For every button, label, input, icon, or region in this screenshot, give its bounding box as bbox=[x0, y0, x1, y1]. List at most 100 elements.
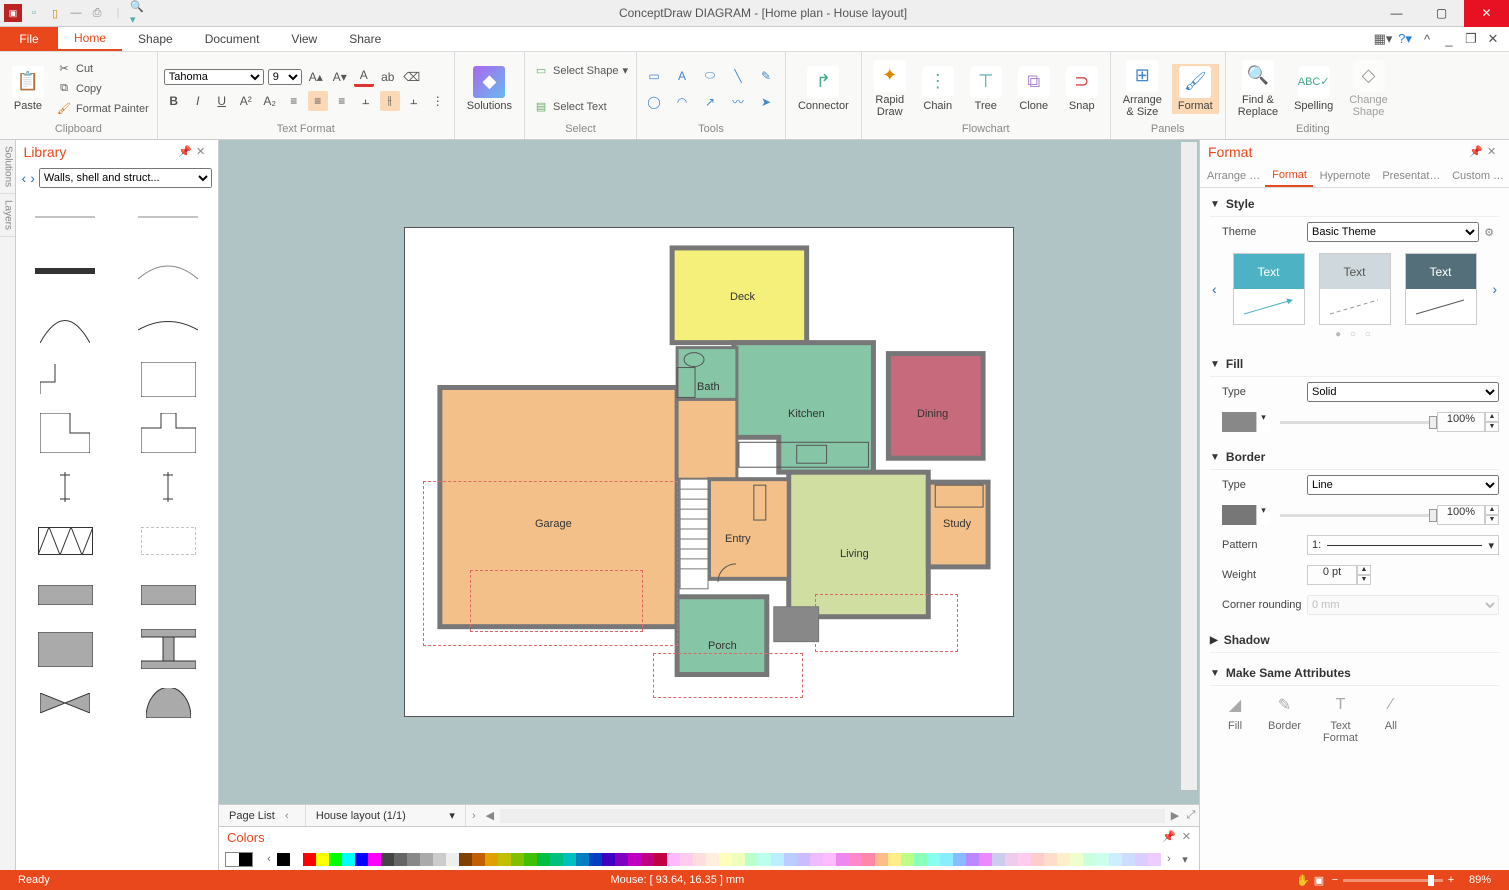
format-painter-button[interactable]: 🖌Format Painter bbox=[54, 100, 151, 118]
library-shape[interactable] bbox=[22, 306, 109, 344]
library-shape[interactable] bbox=[125, 468, 212, 506]
clear-format-icon[interactable]: ⌫ bbox=[402, 67, 422, 87]
color-swatch[interactable] bbox=[316, 853, 329, 866]
fill-opacity-slider[interactable] bbox=[1280, 421, 1437, 424]
zoom-in-icon[interactable]: + bbox=[1443, 874, 1459, 886]
library-shape[interactable] bbox=[22, 522, 109, 560]
border-color-button[interactable]: ▾ bbox=[1222, 505, 1270, 525]
new-icon[interactable]: ▫ bbox=[25, 4, 43, 22]
zoom-value[interactable]: 89% bbox=[1459, 874, 1501, 886]
make-same-text[interactable]: TText Format bbox=[1323, 694, 1358, 744]
zoom-dropdown-icon[interactable]: 🔍▾ bbox=[130, 4, 148, 22]
color-swatch[interactable] bbox=[849, 853, 862, 866]
subtab-arrange[interactable]: Arrange … bbox=[1200, 164, 1265, 187]
ellipse-tool-icon[interactable]: ⬭ bbox=[699, 65, 721, 87]
library-shape[interactable] bbox=[125, 576, 212, 614]
color-swatch[interactable] bbox=[628, 853, 641, 866]
paste-button[interactable]: 📋 Paste bbox=[6, 64, 50, 114]
palette-left-icon[interactable]: ‹ bbox=[261, 853, 277, 865]
spelling-button[interactable]: ABC✓Spelling bbox=[1288, 64, 1339, 114]
collapse-ribbon-icon[interactable]: ^ bbox=[1419, 31, 1435, 47]
zoom-out-icon[interactable]: − bbox=[1327, 874, 1343, 886]
close-colors-icon[interactable]: ✕ bbox=[1182, 830, 1191, 845]
color-swatch[interactable] bbox=[303, 853, 316, 866]
color-swatch[interactable] bbox=[927, 853, 940, 866]
layers-side-tab[interactable]: Layers bbox=[0, 194, 15, 237]
rapid-draw-button[interactable]: ✦Rapid Draw bbox=[868, 58, 912, 120]
italic-button[interactable]: I bbox=[188, 91, 208, 111]
library-shape[interactable] bbox=[22, 360, 109, 398]
subtab-presentation[interactable]: Presentat… bbox=[1375, 164, 1445, 187]
bullets-button[interactable]: ⋮ bbox=[428, 91, 448, 111]
color-swatch[interactable] bbox=[420, 853, 433, 866]
pin-icon[interactable]: 📌 bbox=[1469, 145, 1483, 159]
align-top-button[interactable]: ⫠ bbox=[356, 91, 376, 111]
fill-opacity-input[interactable]: 100% bbox=[1437, 412, 1485, 432]
close-panel-icon[interactable]: ✕ bbox=[196, 145, 210, 159]
copy-button[interactable]: ⧉Copy bbox=[54, 80, 151, 98]
library-shape[interactable] bbox=[125, 522, 212, 560]
theme-card[interactable]: Text bbox=[1319, 253, 1391, 325]
color-swatch[interactable] bbox=[615, 853, 628, 866]
color-swatch[interactable] bbox=[732, 853, 745, 866]
color-swatch[interactable] bbox=[1083, 853, 1096, 866]
font-color-icon[interactable]: A bbox=[354, 67, 374, 87]
subtab-custom[interactable]: Custom … bbox=[1445, 164, 1509, 187]
color-swatch[interactable] bbox=[355, 853, 368, 866]
align-center-button[interactable]: ≡ bbox=[308, 91, 328, 111]
collapse-icon[interactable]: ▼ bbox=[1210, 359, 1220, 370]
pin-icon[interactable]: 📌 bbox=[1162, 830, 1176, 845]
color-swatch[interactable] bbox=[1109, 853, 1122, 866]
color-swatch[interactable] bbox=[680, 853, 693, 866]
underline-button[interactable]: U bbox=[212, 91, 232, 111]
horizontal-scrollbar[interactable] bbox=[500, 809, 1165, 823]
color-swatch[interactable] bbox=[914, 853, 927, 866]
color-swatch[interactable] bbox=[901, 853, 914, 866]
shrink-font-icon[interactable]: A▾ bbox=[330, 67, 350, 87]
border-type-select[interactable]: Line bbox=[1307, 475, 1499, 495]
maximize-button[interactable]: ▢ bbox=[1419, 0, 1464, 27]
color-swatch[interactable] bbox=[1031, 853, 1044, 866]
color-swatch[interactable] bbox=[1057, 853, 1070, 866]
color-swatch[interactable] bbox=[329, 853, 342, 866]
library-shape[interactable] bbox=[22, 414, 109, 452]
fill-type-select[interactable]: Solid bbox=[1307, 382, 1499, 402]
library-shape[interactable] bbox=[22, 198, 109, 236]
color-swatch[interactable] bbox=[862, 853, 875, 866]
color-swatch[interactable] bbox=[1135, 853, 1148, 866]
expand-icon[interactable]: ▶ bbox=[1210, 635, 1218, 646]
align-right-button[interactable]: ≡ bbox=[332, 91, 352, 111]
make-same-border[interactable]: ✎Border bbox=[1268, 694, 1301, 744]
library-scroll[interactable] bbox=[16, 192, 218, 870]
font-size-select[interactable]: 9 bbox=[268, 69, 302, 85]
color-swatch[interactable] bbox=[602, 853, 615, 866]
theme-pager[interactable]: ● ○ ○ bbox=[1210, 329, 1499, 344]
superscript-button[interactable]: A² bbox=[236, 91, 256, 111]
color-swatch[interactable] bbox=[394, 853, 407, 866]
lib-fwd-icon[interactable]: › bbox=[30, 170, 35, 186]
change-shape-button[interactable]: ◇Change Shape bbox=[1343, 58, 1394, 120]
color-swatch[interactable] bbox=[498, 853, 511, 866]
zoom-slider[interactable] bbox=[1343, 879, 1443, 882]
theme-card[interactable]: Text bbox=[1405, 253, 1477, 325]
make-same-all[interactable]: ⁄All bbox=[1380, 694, 1402, 744]
brush-tool-icon[interactable]: ✎ bbox=[755, 65, 777, 87]
collapse-icon[interactable]: ▼ bbox=[1210, 668, 1220, 679]
color-swatch[interactable] bbox=[446, 853, 459, 866]
subtab-format[interactable]: Format bbox=[1265, 164, 1312, 187]
child-restore-icon[interactable]: ❐ bbox=[1463, 31, 1479, 47]
subtab-hypernote[interactable]: Hypernote bbox=[1313, 164, 1376, 187]
select-shape-button[interactable]: ▭Select Shape ▾ bbox=[531, 62, 630, 80]
color-swatch[interactable] bbox=[719, 853, 732, 866]
chain-button[interactable]: ⋮Chain bbox=[916, 64, 960, 114]
find-replace-button[interactable]: 🔍Find & Replace bbox=[1232, 58, 1284, 120]
color-swatch[interactable] bbox=[368, 853, 381, 866]
drawing-page[interactable]: Deck Bath Kitchen Dining Garage Entry Li… bbox=[404, 227, 1014, 717]
format-panel-button[interactable]: 🖌Format bbox=[1172, 64, 1219, 114]
library-shape[interactable] bbox=[125, 414, 212, 452]
oval-tool-icon[interactable]: ◯ bbox=[643, 91, 665, 113]
color-swatch[interactable] bbox=[667, 853, 680, 866]
color-swatch[interactable] bbox=[1005, 853, 1018, 866]
color-swatch[interactable] bbox=[836, 853, 849, 866]
arrange-size-button[interactable]: ⊞Arrange & Size bbox=[1117, 58, 1168, 120]
